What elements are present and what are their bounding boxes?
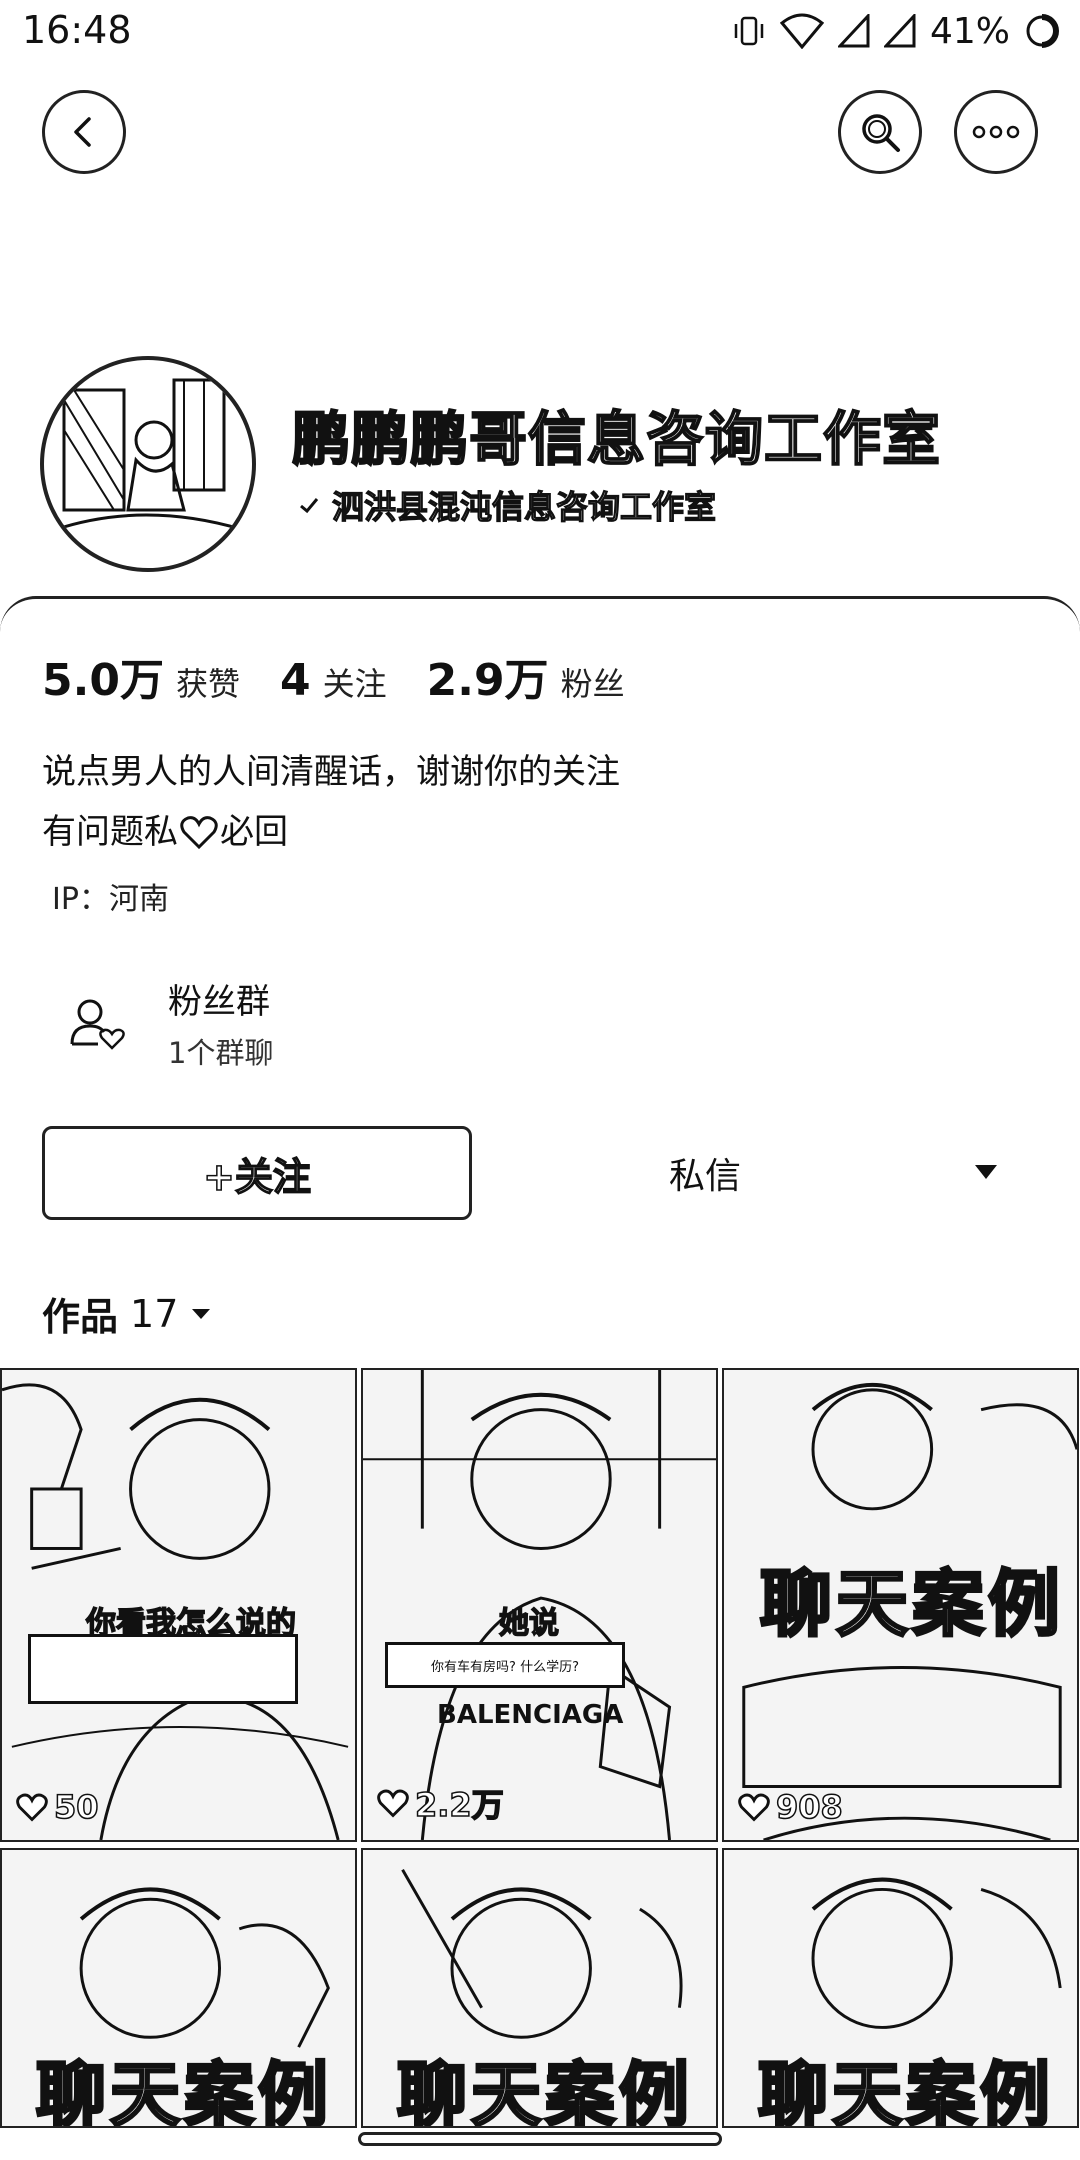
stat-followers-value: 2.9万: [426, 655, 549, 706]
tab-works[interactable]: 作品 17: [42, 1286, 212, 1341]
heart-icon: [180, 816, 218, 850]
signal-icon: [837, 14, 870, 48]
video-thumbnail-1[interactable]: 你看我怎么说的 50: [0, 1368, 357, 1842]
heart-icon: [16, 1793, 48, 1822]
stat-likes-label: 获赞: [175, 665, 240, 703]
fan-group-title: 粉丝群: [168, 982, 270, 1022]
video-thumbnail-6[interactable]: 聊天案例: [722, 1848, 1079, 2128]
more-button[interactable]: [954, 90, 1038, 174]
more-icon: [972, 125, 1020, 139]
profile-stats: 5.0万 获赞 4 关注 2.9万 粉丝: [42, 644, 665, 708]
fan-group-entry[interactable]: 粉丝群 1个群聊: [42, 970, 642, 1080]
verified-text: 泗洪县混沌信息咨询工作室: [331, 487, 717, 526]
bio-line-2: 有问题私 必回: [42, 802, 620, 862]
battery-icon: [1026, 14, 1059, 48]
checkmark-icon: [300, 498, 319, 514]
thumbnail-chat-text: 你有车有房吗? 什么学历?: [431, 1659, 579, 1675]
thumbnail-caption: 她说: [498, 1605, 559, 1641]
video-likes: 908: [738, 1787, 844, 1827]
bio-line-1: 说点男人的人间清醒话，谢谢你的关注: [42, 752, 620, 792]
profile-bio: 说点男人的人间清醒话，谢谢你的关注 有问题私 必回: [42, 742, 620, 862]
ip-location: IP：河南: [52, 882, 169, 917]
stat-following-label: 关注: [322, 665, 387, 703]
video-thumbnail-5[interactable]: 聊天案例: [361, 1848, 718, 2128]
thumbnail-banner: 聊天案例: [757, 2053, 1054, 2128]
thumbnail-chat-box: 你有车有房吗? 什么学历?: [385, 1642, 625, 1688]
avatar-image: [53, 378, 245, 532]
video-likes: 2.2万: [377, 1780, 504, 1826]
triangle-down-icon: [975, 1165, 997, 1179]
verified-badge[interactable]: 泗洪县混沌信息咨询工作室: [298, 482, 717, 528]
home-indicator[interactable]: [358, 2132, 722, 2146]
heart-icon: [377, 1789, 409, 1818]
more-actions-dropdown[interactable]: [964, 1150, 1008, 1194]
likes-count: 2.2万: [414, 1785, 504, 1825]
heart-icon: [738, 1793, 770, 1822]
bio-line-2-start: 有问题私: [42, 812, 178, 852]
follow-button[interactable]: +关注: [42, 1126, 472, 1220]
back-arrow-icon: [74, 117, 91, 147]
status-time: 16:48: [22, 8, 132, 52]
stat-following[interactable]: 4 关注: [280, 655, 387, 706]
video-thumbnail-4[interactable]: 聊天案例: [0, 1848, 357, 2128]
battery-percent: 41%: [929, 10, 1010, 52]
video-thumbnail-3[interactable]: 聊天案例 908: [722, 1368, 1079, 1842]
stat-following-value: 4: [279, 655, 311, 706]
works-grid: 你看我怎么说的 50 她说 你有车有房吗? 什么学历? BALENCIAGA 2…: [0, 1368, 1080, 2128]
avatar[interactable]: [40, 356, 256, 572]
video-thumbnail-2[interactable]: 她说 你有车有房吗? 什么学历? BALENCIAGA 2.2万: [361, 1368, 718, 1842]
caret-down-icon: [192, 1308, 211, 1319]
thumbnail-shirt-text: BALENCIAGA: [437, 1700, 624, 1730]
thumbnail-banner: 聊天案例: [35, 2053, 332, 2128]
video-likes: 50: [16, 1787, 99, 1827]
status-bar: 16:48 41%: [0, 0, 1080, 62]
stat-likes-value: 5.0万: [42, 655, 164, 706]
thumbnail-chat-box: [28, 1634, 298, 1704]
vibrate-icon: [734, 16, 764, 46]
message-button[interactable]: 私信: [600, 1126, 810, 1220]
search-button[interactable]: [838, 90, 922, 174]
thumbnail-banner: 聊天案例: [396, 2053, 693, 2128]
stat-followers[interactable]: 2.9万 粉丝: [427, 644, 625, 708]
status-icons: 41%: [732, 6, 1060, 56]
stat-followers-label: 粉丝: [560, 665, 625, 703]
thumbnail-banner: 聊天案例: [758, 1561, 1065, 1648]
profile-nickname: 鹏鹏鹏哥信息咨询工作室: [291, 404, 942, 474]
stat-likes[interactable]: 5.0万 获赞: [42, 644, 240, 708]
bio-line-2-end: 必回: [220, 812, 288, 852]
works-count: 17: [130, 1291, 179, 1336]
back-button[interactable]: [42, 90, 126, 174]
search-icon: [862, 114, 900, 152]
fan-group-icon: [70, 999, 125, 1050]
fan-group-subtitle: 1个群聊: [168, 1036, 274, 1070]
likes-count: 908: [775, 1787, 843, 1827]
works-label: 作品: [42, 1295, 119, 1339]
wifi-icon: [779, 13, 824, 49]
signal-icon: [883, 14, 916, 48]
likes-count: 50: [53, 1787, 99, 1827]
